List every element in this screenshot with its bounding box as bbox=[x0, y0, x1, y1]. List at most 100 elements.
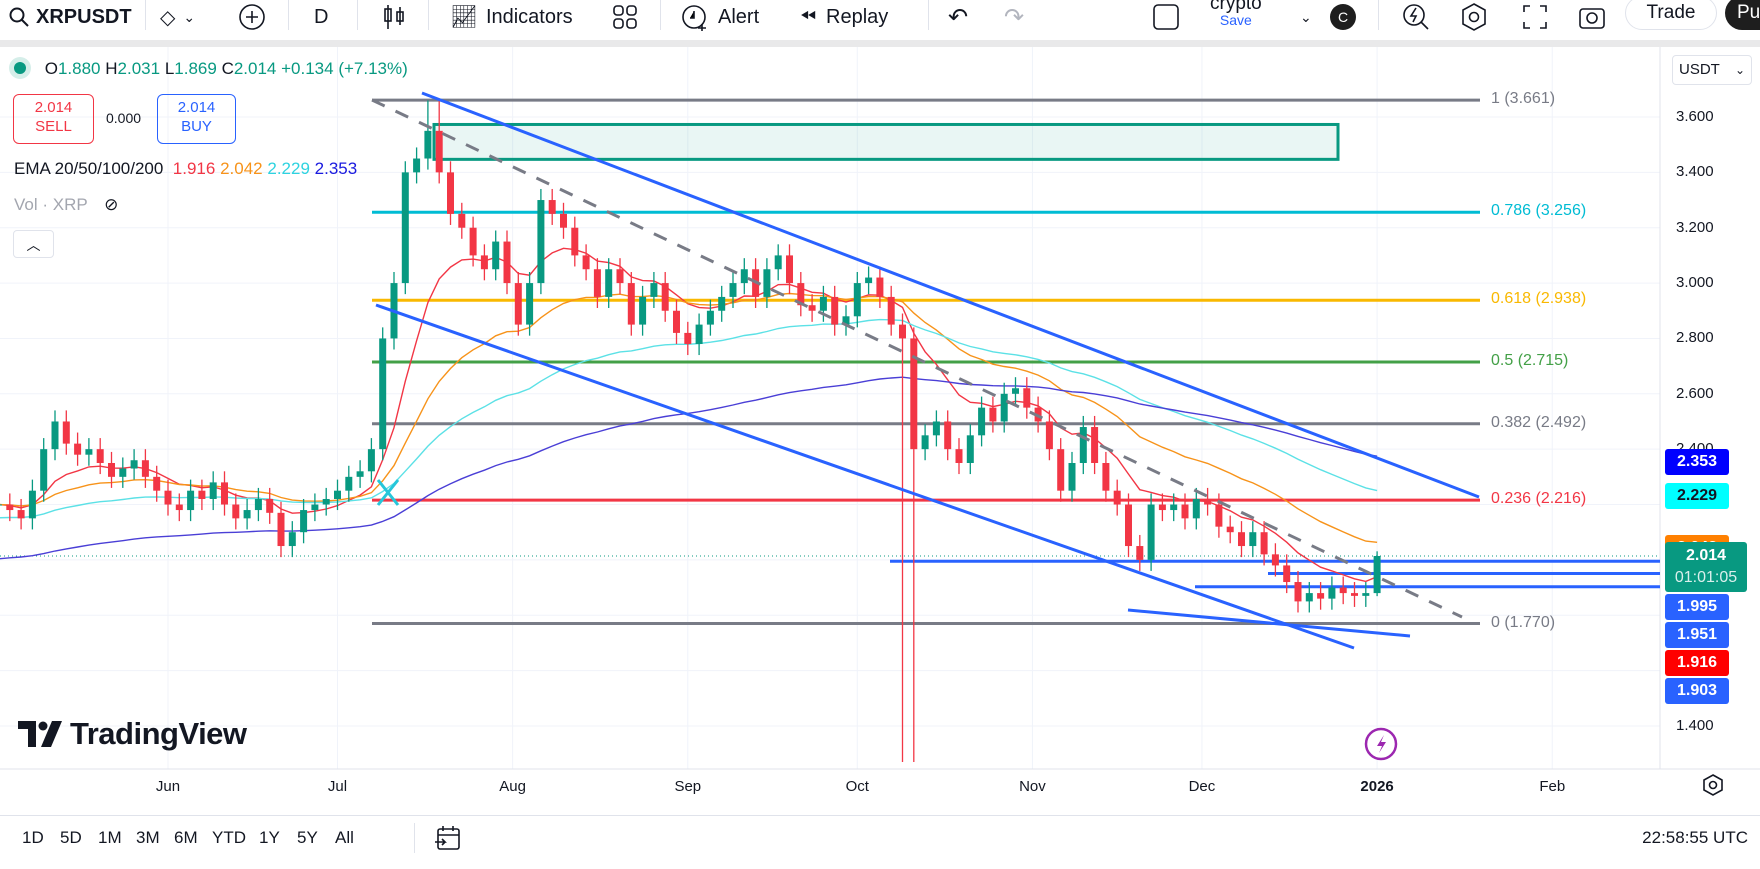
candle bbox=[492, 230, 500, 281]
ema-label: EMA 20/50/100/200 bbox=[14, 159, 164, 178]
candle bbox=[1113, 479, 1121, 516]
candle bbox=[1339, 576, 1347, 605]
candle-body bbox=[740, 269, 748, 284]
candle-body bbox=[164, 490, 172, 505]
candle-body bbox=[51, 421, 59, 450]
candle-body bbox=[153, 476, 161, 491]
buy-button[interactable]: 2.014 BUY bbox=[157, 94, 236, 144]
candle-body bbox=[1238, 532, 1245, 547]
range-5y[interactable]: 5Y bbox=[297, 828, 318, 848]
candle-body bbox=[108, 463, 115, 477]
range-1d[interactable]: 1D bbox=[22, 828, 44, 848]
channel-lower-trendline[interactable] bbox=[375, 303, 1355, 650]
volume-legend[interactable]: Vol · XRP ⊘ bbox=[14, 195, 118, 215]
price-badge: 1.903 bbox=[1665, 678, 1729, 704]
candle bbox=[96, 438, 104, 475]
fib-level-label: 0.786 (3.256) bbox=[1491, 202, 1587, 220]
candle-body bbox=[616, 269, 624, 284]
sell-button[interactable]: 2.014 SELL bbox=[13, 94, 94, 144]
candle-body bbox=[944, 421, 952, 450]
candle bbox=[243, 498, 251, 530]
candle-body bbox=[424, 130, 432, 159]
candle-body bbox=[288, 532, 296, 547]
candle-body bbox=[254, 498, 262, 511]
candle bbox=[808, 294, 816, 322]
range-6m[interactable]: 6M bbox=[174, 828, 198, 848]
candle bbox=[130, 449, 138, 480]
candle-body bbox=[1283, 565, 1291, 583]
buy-label: BUY bbox=[181, 118, 212, 135]
calendar-icon bbox=[435, 826, 460, 850]
candle bbox=[322, 487, 330, 516]
range-3m[interactable]: 3M bbox=[136, 828, 160, 848]
currency-select[interactable]: USDT ⌄ bbox=[1672, 55, 1752, 85]
price-badge: 2.229 bbox=[1665, 483, 1729, 510]
candle-body bbox=[774, 255, 782, 270]
candle-body bbox=[1158, 504, 1166, 511]
range-all[interactable]: All bbox=[335, 828, 354, 848]
utc-clock[interactable]: 22:58:55 UTC bbox=[1642, 828, 1748, 848]
candle-body bbox=[401, 172, 409, 284]
candle bbox=[119, 457, 127, 488]
candle-body bbox=[266, 498, 274, 513]
candle-body bbox=[1215, 504, 1223, 527]
candle-body bbox=[503, 241, 511, 284]
ema200-line bbox=[0, 376, 1378, 560]
candle bbox=[774, 244, 782, 281]
candle-body bbox=[141, 460, 149, 477]
candle-body bbox=[1339, 587, 1347, 594]
candle bbox=[865, 266, 873, 295]
candle-body bbox=[650, 283, 658, 297]
candle bbox=[932, 410, 940, 447]
candle bbox=[627, 272, 635, 336]
candle-body bbox=[0, 504, 2, 506]
go-to-date-button[interactable] bbox=[434, 824, 462, 857]
ema-legend[interactable]: EMA 20/50/100/200 1.916 2.042 2.229 2.35… bbox=[14, 159, 357, 179]
price-chart[interactable] bbox=[0, 0, 1760, 815]
candle-body bbox=[40, 449, 48, 491]
candle-body bbox=[322, 498, 330, 505]
range-ytd[interactable]: YTD bbox=[212, 828, 246, 848]
lightning-event-icon[interactable] bbox=[1364, 727, 1398, 761]
candle-body bbox=[447, 172, 454, 214]
candle-body bbox=[232, 504, 240, 519]
candle-body bbox=[718, 296, 726, 311]
candle-body bbox=[243, 510, 251, 519]
range-5d[interactable]: 5D bbox=[60, 828, 82, 848]
candle bbox=[198, 479, 206, 511]
collapse-legend-button[interactable]: ︿ bbox=[13, 230, 54, 258]
candle bbox=[1294, 570, 1302, 613]
dashed-midline[interactable] bbox=[371, 98, 1463, 619]
time-tick-label: Aug bbox=[499, 778, 526, 795]
time-tick-label: Feb bbox=[1539, 778, 1566, 795]
candle-body bbox=[1023, 388, 1031, 408]
price-badge: 1.916 bbox=[1665, 650, 1729, 676]
logo-text: TradingView bbox=[70, 716, 247, 751]
candle bbox=[661, 272, 669, 322]
time-tick-label: Jun bbox=[155, 778, 181, 795]
candle bbox=[1271, 543, 1279, 577]
candle bbox=[548, 188, 556, 225]
candle bbox=[0, 504, 2, 506]
candle-body bbox=[627, 283, 635, 325]
price-tick-label: 1.400 bbox=[1676, 716, 1714, 734]
range-1m[interactable]: 1M bbox=[98, 828, 122, 848]
chevron-down-icon: ⌄ bbox=[1734, 63, 1745, 77]
candle bbox=[944, 410, 952, 461]
tradingview-logo[interactable]: TradingView bbox=[18, 716, 247, 752]
candle-body bbox=[1079, 427, 1087, 463]
candle-body bbox=[413, 158, 421, 173]
low-label: L bbox=[164, 59, 175, 78]
eye-hidden-icon[interactable]: ⊘ bbox=[104, 195, 118, 214]
close-value: 2.014 bbox=[233, 59, 277, 78]
candle-body bbox=[356, 471, 364, 477]
candle-body bbox=[876, 277, 884, 297]
candle bbox=[842, 305, 850, 336]
candle-body bbox=[96, 449, 104, 463]
zone-rect[interactable] bbox=[432, 122, 1340, 161]
price-axis-settings-icon[interactable] bbox=[1703, 774, 1723, 796]
sell-label: SELL bbox=[35, 118, 72, 135]
range-1y[interactable]: 1Y bbox=[259, 828, 280, 848]
market-status-dot[interactable] bbox=[14, 62, 26, 74]
candle bbox=[1204, 487, 1212, 516]
